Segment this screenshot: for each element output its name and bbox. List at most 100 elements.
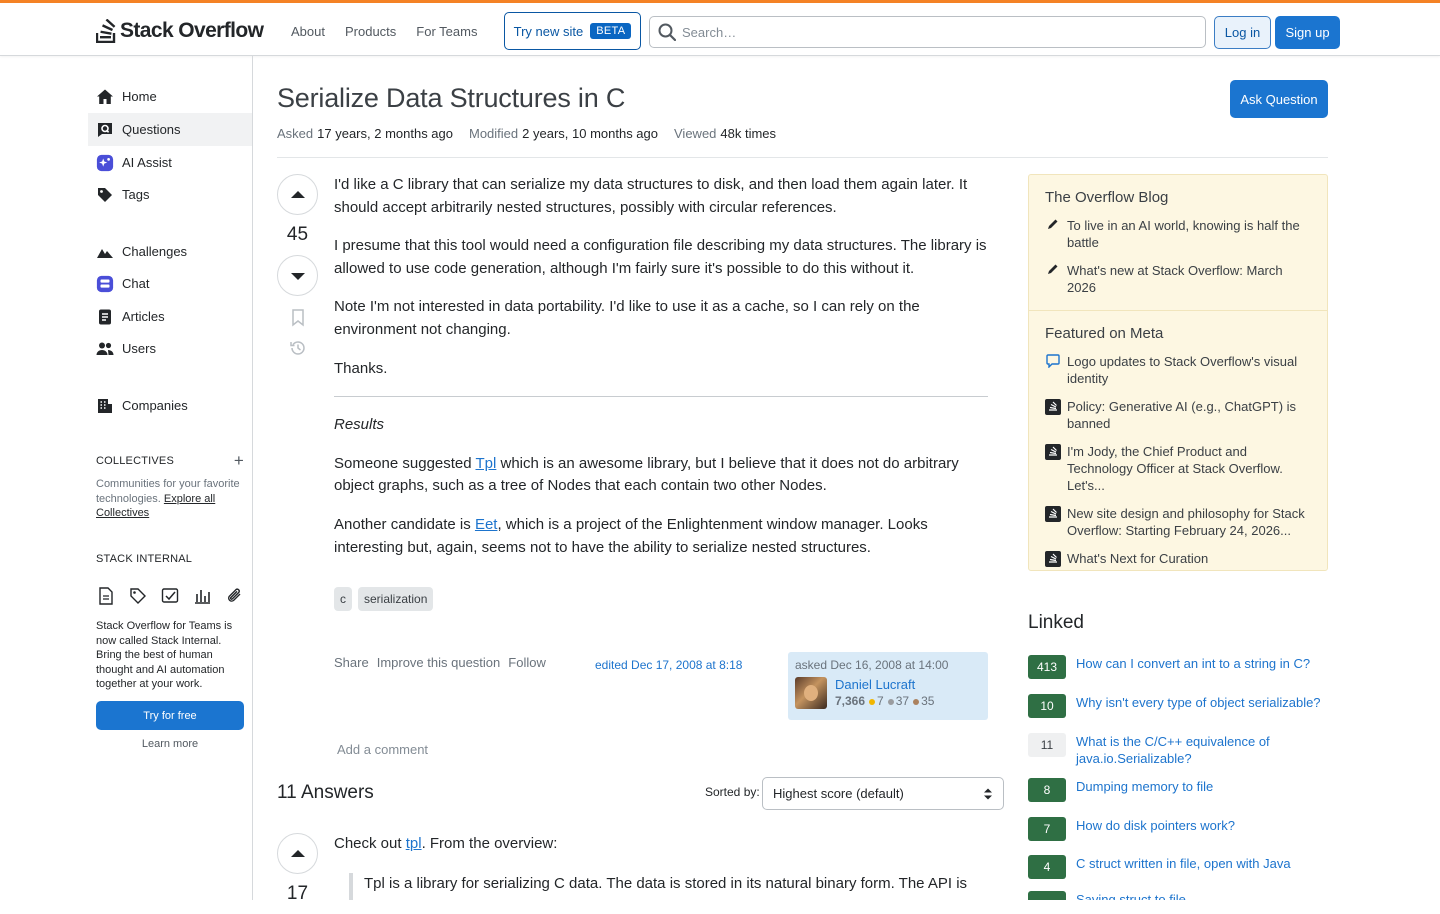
answers-count: 11 Answers [277,782,374,803]
edited-link[interactable]: edited Dec 17, 2008 at 8:18 [595,658,742,672]
login-button[interactable]: Log in [1214,16,1271,49]
linked-score: 4 [1028,855,1066,879]
stack-exchange-icon [1045,505,1061,539]
sidebar-item-questions[interactable]: Questions [88,113,252,146]
sort-select[interactable]: Highest score (default) [762,777,1004,810]
question-score: 45 [286,224,309,245]
try-for-free-button[interactable]: Try for free [96,701,244,730]
search-box[interactable] [649,16,1206,48]
blog-item[interactable]: To live in an AI world, knowing is half … [1029,217,1327,251]
sidebar-item-chat[interactable]: Chat [88,267,252,300]
nav-products[interactable]: Products [337,19,404,44]
linked-item[interactable]: 4 C struct written in file, open with Jav… [1028,855,1328,879]
meta-heading: Featured on Meta [1045,325,1164,342]
eet-link[interactable]: Eet [475,516,498,533]
question-paragraph: I presume that this tool would need a co… [334,237,987,277]
nav-about[interactable]: About [283,19,333,44]
meta-item[interactable]: New site design and philosophy for Stack… [1029,505,1327,539]
answer-vote-column: 17 [277,833,318,914]
user-reputation: 7,366 7 37 35 [835,694,934,708]
paperclip-icon [224,585,244,607]
sidebar-item-users[interactable]: Users [88,332,252,365]
tag-serialization[interactable]: serialization [358,587,434,611]
stack-exchange-icon [1045,550,1061,567]
question-paragraph: Someone suggested Tpl which is an awesom… [334,454,959,495]
sidebar-item-label: Challenges [122,244,188,259]
signup-button[interactable]: Sign up [1275,16,1340,49]
stack-internal-icons [96,585,244,607]
linked-item[interactable]: 7 How do disk pointers work? [1028,817,1328,841]
sidebar-item-label: Articles [122,309,165,324]
sidebar-item-tags[interactable]: Tags [88,178,252,211]
divider [1029,310,1327,311]
learn-more-link[interactable]: Learn more [96,738,244,750]
try-new-site-button[interactable]: Try new site BETA [504,12,641,50]
linked-title: How do disk pointers work? [1076,818,1235,833]
ask-question-button[interactable]: Ask Question [1230,80,1328,118]
upvote-button[interactable] [277,174,318,215]
sidebar-item-label: Chat [122,276,150,291]
follow-link[interactable]: Follow [508,655,546,670]
meta-item[interactable]: What's Next for Curation [1029,550,1327,567]
nav-for-teams[interactable]: For Teams [408,19,485,44]
linked-title: What is the C/C++ equivalence of java.io… [1076,734,1270,766]
search-input[interactable] [682,24,1162,40]
linked-item[interactable]: Saving struct to file [1028,891,1328,900]
question-paragraph: I'd like a C library that can serialize … [334,176,968,216]
meta-item[interactable]: Policy: Generative AI (e.g., ChatGPT) is… [1029,398,1327,432]
sidebar-item-label: Companies [122,398,188,413]
sidebar-item-label: Home [122,89,157,104]
meta-modified: Modified 2 years, 10 months ago [469,126,658,141]
sidebar-item-companies[interactable]: Companies [88,389,252,422]
sort-label: Sorted by: [705,785,760,799]
linked-score: 7 [1028,817,1066,841]
sidebar-item-label: Users [122,341,156,356]
bookmark-icon[interactable] [291,308,305,328]
share-link[interactable]: Share [334,655,369,670]
question-vote-column: 45 [277,174,318,358]
results-heading: Results [334,416,385,434]
stack-internal-heading: STACK INTERNAL [96,553,193,565]
add-comment-link[interactable]: Add a comment [337,742,428,757]
answer-upvote-button[interactable] [277,833,318,874]
tag-outline-icon [128,585,148,607]
blog-item[interactable]: What's new at Stack Overflow: March 2026 [1029,262,1327,296]
linked-item[interactable]: 8 Dumping memory to file [1028,778,1328,802]
avatar[interactable] [795,677,827,709]
users-icon [96,340,114,358]
question-paragraph: Thanks. [334,359,388,377]
pencil-icon [1045,217,1061,251]
tag-c[interactable]: c [334,587,352,611]
bar-chart-icon [192,585,212,607]
answer-blockquote: Tpl is a library for serializing C data.… [349,873,989,900]
linked-item[interactable]: 11 What is the C/C++ equivalence of java.… [1028,733,1328,767]
meta-viewed: Viewed 48k times [674,126,777,141]
tpl-answer-link[interactable]: tpl [406,835,422,852]
linked-title: Dumping memory to file [1076,779,1214,794]
sidebar-item-articles[interactable]: Articles [88,300,252,333]
tpl-link[interactable]: Tpl [476,455,497,472]
meta-item[interactable]: I'm Jody, the Chief Product and Technolo… [1029,443,1327,494]
add-collective-icon[interactable]: + [234,452,244,469]
history-icon[interactable] [289,338,307,358]
pencil-icon [1045,262,1061,296]
linked-item[interactable]: 413 How can I convert an int to a string … [1028,655,1328,679]
divider [277,157,1328,158]
arrow-down-icon [290,272,305,280]
sort-value: Highest score (default) [773,786,904,801]
asked-timestamp: asked Dec 16, 2008 at 14:00 [795,658,949,672]
sidebar-item-challenges[interactable]: Challenges [88,235,252,268]
downvote-button[interactable] [277,255,318,296]
try-new-site-label: Try new site [513,23,584,39]
user-name-link[interactable]: Daniel Lucraft [835,677,915,692]
linked-title: Why isn't every type of object serializa… [1076,695,1321,710]
sidebar-item-ai-assist[interactable]: AI Assist [88,146,252,179]
collectives-heading-label: COLLECTIVES [96,455,175,467]
question-title[interactable]: Serialize Data Structures in C [277,83,625,114]
linked-item[interactable]: 10 Why isn't every type of object seriali… [1028,694,1328,718]
site-logo[interactable]: Stack Overflow [96,17,264,45]
select-arrows-icon [984,788,992,799]
improve-question-link[interactable]: Improve this question [377,655,501,670]
sidebar-item-home[interactable]: Home [88,80,252,113]
meta-item[interactable]: Logo updates to Stack Overflow's visual … [1029,353,1327,387]
